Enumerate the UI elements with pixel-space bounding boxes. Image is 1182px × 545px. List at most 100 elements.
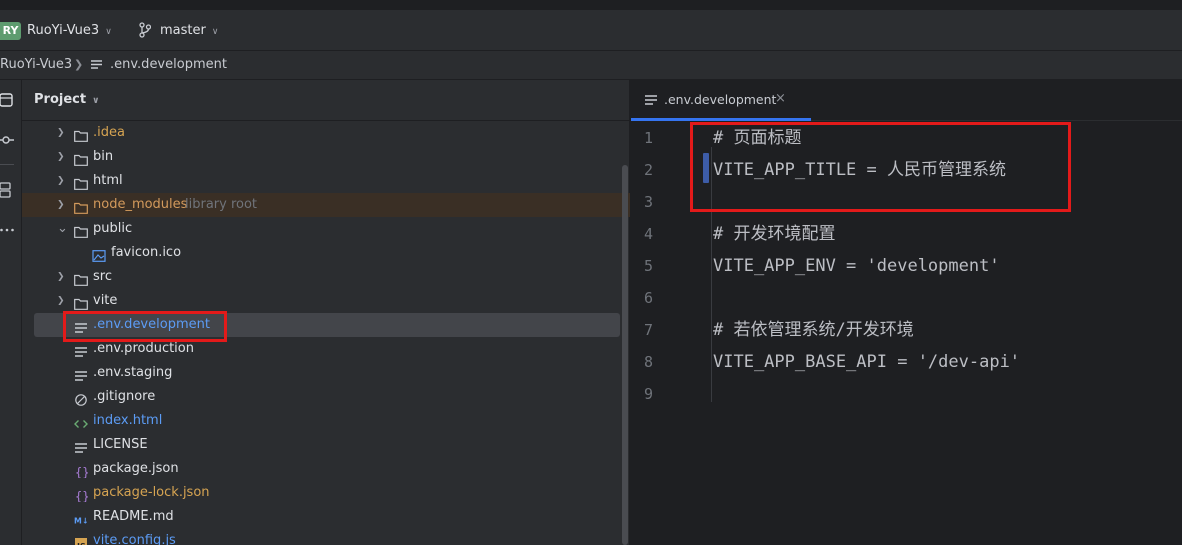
text-file-icon <box>91 60 102 69</box>
tree-file-row[interactable]: .env.staging <box>22 361 620 385</box>
folder-icon <box>74 295 88 310</box>
tree-item-label: vite.config.js <box>93 533 176 545</box>
breadcrumb: RuoYi-Vue3 ❯ .env.development <box>0 51 1182 80</box>
line-number: 4 <box>643 225 653 243</box>
tree-item-label: html <box>93 173 123 188</box>
more-tools-icon[interactable] <box>0 222 14 238</box>
tree-folder-row[interactable]: ❯ vite <box>22 289 620 313</box>
expanded-chevron-icon[interactable]: ⌄ <box>57 217 68 241</box>
text-file-icon <box>74 367 88 381</box>
tree-file-row[interactable]: .env.development <box>34 313 620 337</box>
chevron-down-icon: ∨ <box>92 96 100 106</box>
folder-icon <box>74 199 88 214</box>
project-panel: Project ∨ ❯ .idea ❯ bin ❯ html ❯ node_modules lib… <box>22 80 630 545</box>
tab-env-development[interactable]: .env.development × <box>631 80 811 121</box>
code-line[interactable]: VITE_APP_BASE_API = '/dev-api' <box>713 351 1020 373</box>
code-line[interactable]: # 若依管理系统/开发环境 <box>713 319 914 341</box>
chevron-down-icon: ∨ <box>211 27 219 37</box>
tree-folder-row[interactable]: ❯ node_modules library root <box>22 193 630 217</box>
line-number: 1 <box>643 129 653 147</box>
svg-text:{}: {} <box>75 490 88 502</box>
change-marker[interactable] <box>703 153 709 183</box>
project-badge[interactable]: RY <box>0 22 21 40</box>
strip-divider <box>0 164 14 165</box>
tree-item-label: bin <box>93 149 114 164</box>
json-file-icon: {} <box>74 463 89 480</box>
code-line[interactable]: VITE_APP_ENV = 'development' <box>713 255 1000 277</box>
text-file-icon <box>645 95 657 105</box>
folder-icon <box>74 175 88 190</box>
collapsed-chevron-icon[interactable]: ❯ <box>57 145 67 169</box>
tree-folder-row[interactable]: ❯ .idea <box>22 121 620 145</box>
line-number: 9 <box>643 385 653 403</box>
javascript-file-icon: JS <box>74 535 88 545</box>
folder-icon <box>74 127 88 142</box>
svg-text:M↓: M↓ <box>74 517 88 526</box>
tree-item-label: .env.production <box>93 341 194 356</box>
breadcrumb-file[interactable]: .env.development <box>110 57 227 73</box>
tree-item-label: LICENSE <box>93 437 148 452</box>
branch-switcher[interactable]: master ∨ <box>160 22 218 41</box>
tree-folder-row[interactable]: ❯ bin <box>22 145 620 169</box>
tree-item-label: package-lock.json <box>93 485 210 500</box>
tree-scrollbar[interactable] <box>622 165 628 545</box>
indent-guide <box>711 147 712 402</box>
tree-item-label: .env.staging <box>93 365 173 380</box>
active-tab-indicator <box>631 118 811 121</box>
breadcrumb-root[interactable]: RuoYi-Vue3 <box>0 57 72 73</box>
collapsed-chevron-icon[interactable]: ❯ <box>57 265 67 289</box>
text-file-icon <box>74 343 88 357</box>
project-tool-icon[interactable] <box>0 92 14 108</box>
folder-icon <box>74 223 88 238</box>
tree-file-row[interactable]: JS vite.config.js <box>22 529 620 545</box>
close-icon[interactable]: × <box>775 90 786 108</box>
project-switcher[interactable]: RuoYi-Vue3 ∨ <box>27 22 112 41</box>
tree-item-label: .idea <box>93 125 125 140</box>
commit-tool-icon[interactable] <box>0 132 14 148</box>
editor-area: .env.development × 1 2 3 4 5 6 7 8 9 # 页面标题 VITE_… <box>631 80 1182 545</box>
tree-folder-row[interactable]: ❯ src <box>22 265 620 289</box>
line-number: 3 <box>643 193 653 211</box>
project-name: RuoYi-Vue3 <box>27 23 100 38</box>
text-file-icon <box>74 439 88 453</box>
line-number: 7 <box>643 321 653 339</box>
structure-tool-icon[interactable] <box>0 182 14 198</box>
tree-file-row[interactable]: index.html <box>22 409 620 433</box>
line-number: 6 <box>643 289 653 307</box>
tree-item-label: index.html <box>93 413 163 428</box>
title-bar: RY RuoYi-Vue3 ∨ master ∨ <box>0 0 1182 51</box>
chevron-down-icon: ∨ <box>105 27 112 37</box>
project-panel-title: Project <box>34 92 87 107</box>
gitignore-icon <box>74 391 88 406</box>
tree-file-row[interactable]: .env.production <box>22 337 620 361</box>
tree-item-note: library root <box>185 197 258 212</box>
project-panel-header[interactable]: Project ∨ <box>34 92 99 109</box>
tree-folder-row[interactable]: ⌄ public <box>22 217 620 241</box>
tree-file-row[interactable]: LICENSE <box>22 433 620 457</box>
collapsed-chevron-icon[interactable]: ❯ <box>57 289 67 313</box>
code-line[interactable]: # 开发环境配置 <box>713 223 835 245</box>
tree-file-row[interactable]: {} package-lock.json <box>22 481 620 505</box>
tree-file-row[interactable]: .gitignore <box>22 385 620 409</box>
collapsed-chevron-icon[interactable]: ❯ <box>57 121 67 145</box>
line-number: 2 <box>643 161 653 179</box>
tree-file-row[interactable]: M↓ README.md <box>22 505 620 529</box>
tree-item-label: README.md <box>93 509 174 524</box>
tree-item-label: favicon.ico <box>111 245 182 260</box>
collapsed-chevron-icon[interactable]: ❯ <box>57 169 67 193</box>
json-file-icon: {} <box>74 487 89 504</box>
markdown-file-icon: M↓ <box>74 511 88 526</box>
tree-item-label: public <box>93 221 133 236</box>
code-line[interactable]: VITE_APP_TITLE = 人民币管理系统 <box>713 159 1006 181</box>
tree-folder-row[interactable]: ❯ html <box>22 169 620 193</box>
breadcrumb-chevron-icon: ❯ <box>74 58 84 71</box>
tree-file-row[interactable]: {} package.json <box>22 457 620 481</box>
git-branch-icon <box>139 22 151 38</box>
tab-label: .env.development <box>664 92 777 107</box>
tree-item-label: src <box>93 269 112 284</box>
code-line[interactable]: # 页面标题 <box>713 127 801 149</box>
tree-item-label: package.json <box>93 461 179 476</box>
collapsed-chevron-icon[interactable]: ❯ <box>57 193 67 217</box>
branch-name: master <box>160 23 206 38</box>
tree-file-row[interactable]: favicon.ico <box>22 241 620 265</box>
